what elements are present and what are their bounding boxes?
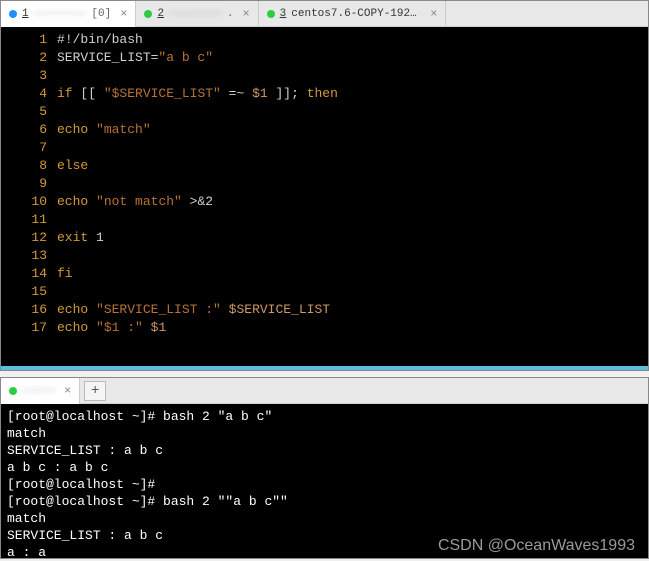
terminal-line: match	[7, 425, 642, 442]
terminal-line: SERVICE_LIST : a b c	[7, 527, 642, 544]
code-line: 3	[1, 67, 648, 85]
code-line: 16echo "SERVICE_LIST :" $SERVICE_LIST	[1, 301, 648, 319]
line-number: 9	[1, 175, 57, 193]
code-text: echo "match"	[57, 121, 151, 139]
code-line: 7	[1, 139, 648, 157]
code-line: 2SERVICE_LIST="a b c"	[1, 49, 648, 67]
line-number: 14	[1, 265, 57, 283]
editor-tab-1[interactable]: 2 ————————.×	[136, 1, 258, 27]
code-line: 14fi	[1, 265, 648, 283]
line-number: 10	[1, 193, 57, 211]
terminal-tab-0[interactable]: —————×	[1, 378, 80, 404]
terminal-line: a : a	[7, 544, 642, 558]
code-text: echo "SERVICE_LIST :" $SERVICE_LIST	[57, 301, 330, 319]
code-text: echo "$1 :" $1	[57, 319, 166, 337]
line-number: 16	[1, 301, 57, 319]
editor-tab-2[interactable]: 3 centos7.6-COPY-192.168.2.1...×	[259, 1, 447, 27]
editor-window: 1 ————————[0]×2 ————————.×3 centos7.6-CO…	[0, 0, 649, 371]
tab-badge: [0]	[91, 8, 111, 20]
code-text: else	[57, 157, 88, 175]
close-icon[interactable]: ×	[242, 7, 249, 21]
tab-number: 3	[280, 8, 287, 20]
code-text: echo "not match" >&2	[57, 193, 213, 211]
code-line: 12exit 1	[1, 229, 648, 247]
code-text: fi	[57, 265, 73, 283]
line-number: 7	[1, 139, 57, 157]
code-text: #!/bin/bash	[57, 31, 143, 49]
terminal-line: SERVICE_LIST : a b c	[7, 442, 642, 459]
terminal-line: match	[7, 510, 642, 527]
code-line: 17echo "$1 :" $1	[1, 319, 648, 337]
line-number: 1	[1, 31, 57, 49]
line-number: 15	[1, 283, 57, 301]
line-number: 3	[1, 67, 57, 85]
code-text: exit 1	[57, 229, 104, 247]
editor-tab-bar: 1 ————————[0]×2 ————————.×3 centos7.6-CO…	[1, 1, 648, 27]
terminal-tab-bar: —————×+	[1, 378, 648, 404]
code-line: 1#!/bin/bash	[1, 31, 648, 49]
status-dot-icon	[144, 10, 152, 18]
line-number: 5	[1, 103, 57, 121]
line-number: 4	[1, 85, 57, 103]
line-number: 6	[1, 121, 57, 139]
code-line: 10echo "not match" >&2	[1, 193, 648, 211]
code-line: 8else	[1, 157, 648, 175]
terminal-window: —————×+ [root@localhost ~]# bash 2 "a b …	[0, 377, 649, 559]
close-icon[interactable]: ×	[64, 384, 71, 398]
code-line: 4if [[ "$SERVICE_LIST" =~ $1 ]]; then	[1, 85, 648, 103]
code-line: 11	[1, 211, 648, 229]
code-line: 13	[1, 247, 648, 265]
status-dot-icon	[9, 10, 17, 18]
tab-number: 2	[157, 8, 164, 20]
code-line: 15	[1, 283, 648, 301]
code-text: if [[ "$SERVICE_LIST" =~ $1 ]]; then	[57, 85, 338, 103]
status-dot-icon	[267, 10, 275, 18]
line-number: 11	[1, 211, 57, 229]
code-line: 5	[1, 103, 648, 121]
line-number: 13	[1, 247, 57, 265]
terminal-output[interactable]: [root@localhost ~]# bash 2 "a b c"matchS…	[1, 404, 648, 558]
close-icon[interactable]: ×	[120, 7, 127, 21]
status-dot-icon	[9, 387, 17, 395]
code-line: 9	[1, 175, 648, 193]
line-number: 17	[1, 319, 57, 337]
terminal-line: [root@localhost ~]# bash 2 ""a b c""	[7, 493, 642, 510]
line-number: 12	[1, 229, 57, 247]
terminal-line: [root@localhost ~]#	[7, 476, 642, 493]
terminal-line: a b c : a b c	[7, 459, 642, 476]
code-text: SERVICE_LIST="a b c"	[57, 49, 213, 67]
terminal-line: [root@localhost ~]# bash 2 "a b c"	[7, 408, 642, 425]
tab-number: 1	[22, 8, 29, 20]
new-tab-button[interactable]: +	[84, 381, 106, 401]
tab-badge: .	[227, 8, 234, 20]
line-number: 8	[1, 157, 57, 175]
close-icon[interactable]: ×	[430, 7, 437, 21]
line-number: 2	[1, 49, 57, 67]
code-line: 6echo "match"	[1, 121, 648, 139]
code-editor[interactable]: 1#!/bin/bash2SERVICE_LIST="a b c"34if [[…	[1, 27, 648, 370]
editor-tab-0[interactable]: 1 ————————[0]×	[1, 1, 136, 27]
